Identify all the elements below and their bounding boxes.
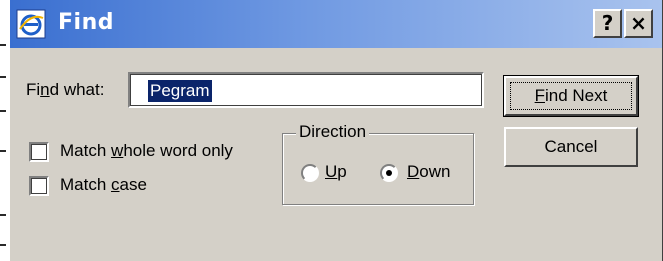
direction-up-label[interactable]: Up <box>325 162 347 182</box>
window-title: Find <box>58 10 114 35</box>
cancel-button[interactable]: Cancel <box>504 127 638 167</box>
close-icon: × <box>630 11 647 35</box>
direction-up-radio[interactable] <box>301 164 319 182</box>
match-case-checkbox[interactable] <box>29 176 49 196</box>
direction-group: Direction Up Down <box>282 122 474 205</box>
radio-selected-dot <box>386 170 392 176</box>
direction-down-label[interactable]: Down <box>407 162 450 182</box>
direction-down-radio[interactable] <box>380 164 398 182</box>
find-dialog: Find ? × Find what: Pegram Match whole w… <box>10 0 663 261</box>
background-page-edge <box>0 0 10 261</box>
focus-rectangle <box>510 82 632 110</box>
title-bar[interactable]: Find ? × <box>10 0 662 48</box>
page-text-fragment <box>0 76 6 78</box>
find-next-button[interactable]: Find Next <box>503 75 639 117</box>
direction-legend: Direction <box>296 122 370 142</box>
match-case-label[interactable]: Match case <box>60 175 147 195</box>
page-text-fragment <box>0 150 6 152</box>
close-button[interactable]: × <box>624 9 653 38</box>
find-what-value: Pegram <box>148 80 212 102</box>
page-text-fragment <box>0 110 6 112</box>
match-whole-word-label[interactable]: Match whole word only <box>60 141 233 161</box>
help-button[interactable]: ? <box>593 9 622 38</box>
page-text-fragment <box>0 244 6 246</box>
find-what-label: Find what: <box>26 80 105 99</box>
page-text-fragment <box>0 44 6 46</box>
find-what-input[interactable]: Pegram <box>128 72 484 108</box>
help-icon: ? <box>601 11 614 35</box>
page-text-fragment <box>0 214 6 216</box>
match-whole-word-checkbox[interactable] <box>29 142 49 162</box>
internet-explorer-icon <box>16 9 46 39</box>
